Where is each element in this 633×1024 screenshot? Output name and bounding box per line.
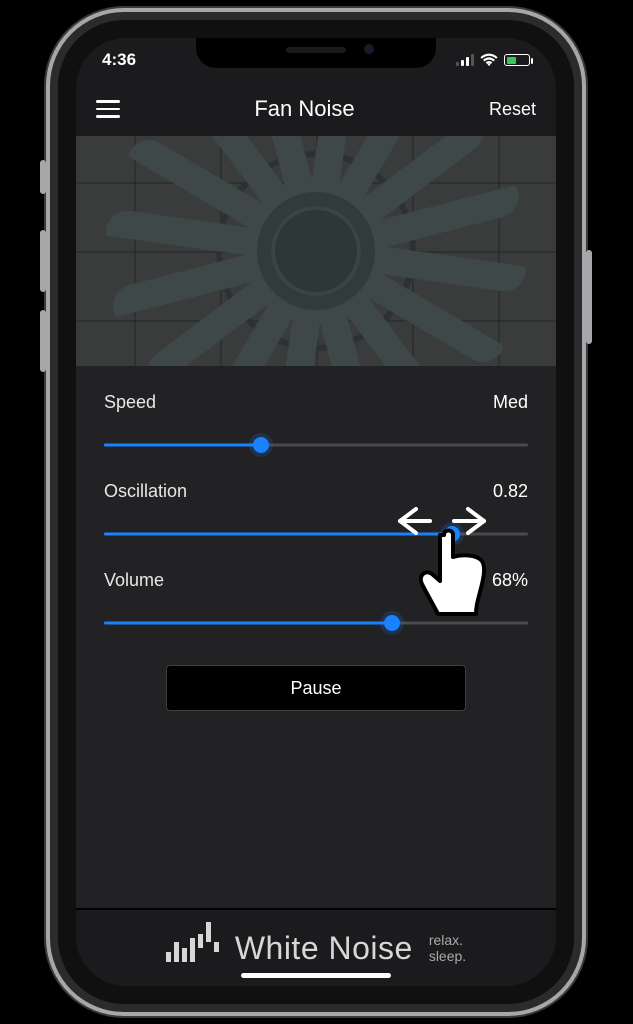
volume-up-button [40, 230, 46, 292]
volume-down-button [40, 310, 46, 372]
reset-button[interactable]: Reset [489, 99, 536, 120]
volume-value: 68% [492, 570, 528, 591]
phone-frame: 4:36 Fan Noise Reset [58, 20, 574, 1004]
silencer-switch [40, 160, 46, 194]
cellular-icon [456, 54, 474, 66]
oscillation-value: 0.82 [493, 481, 528, 502]
page-title: Fan Noise [254, 96, 354, 122]
brand-tagline: relax. sleep. [429, 932, 466, 964]
speed-value: Med [493, 392, 528, 413]
volume-slider[interactable] [104, 615, 528, 631]
fan-illustration [76, 136, 556, 366]
brand-name: White Noise [235, 930, 413, 967]
notch [196, 38, 436, 68]
menu-icon[interactable] [96, 100, 120, 118]
status-right [456, 53, 530, 67]
speed-slider[interactable] [104, 437, 528, 453]
status-time: 4:36 [102, 50, 136, 70]
oscillation-label: Oscillation [104, 481, 187, 502]
volume-label: Volume [104, 570, 164, 591]
equalizer-icon [166, 934, 219, 962]
oscillation-control: Oscillation 0.82 [104, 481, 528, 542]
controls-panel: Speed Med Oscillation 0.82 [76, 366, 556, 908]
oscillation-slider[interactable] [104, 526, 528, 542]
battery-icon [504, 54, 530, 66]
pause-label: Pause [290, 678, 341, 699]
speed-control: Speed Med [104, 392, 528, 453]
pause-button[interactable]: Pause [166, 665, 466, 711]
navbar: Fan Noise Reset [76, 82, 556, 136]
power-button [586, 250, 592, 344]
volume-control: Volume 68% [104, 570, 528, 631]
home-indicator[interactable] [241, 973, 391, 978]
wifi-icon [480, 53, 498, 67]
screen: 4:36 Fan Noise Reset [76, 38, 556, 986]
fan-hub [257, 192, 375, 310]
speed-label: Speed [104, 392, 156, 413]
